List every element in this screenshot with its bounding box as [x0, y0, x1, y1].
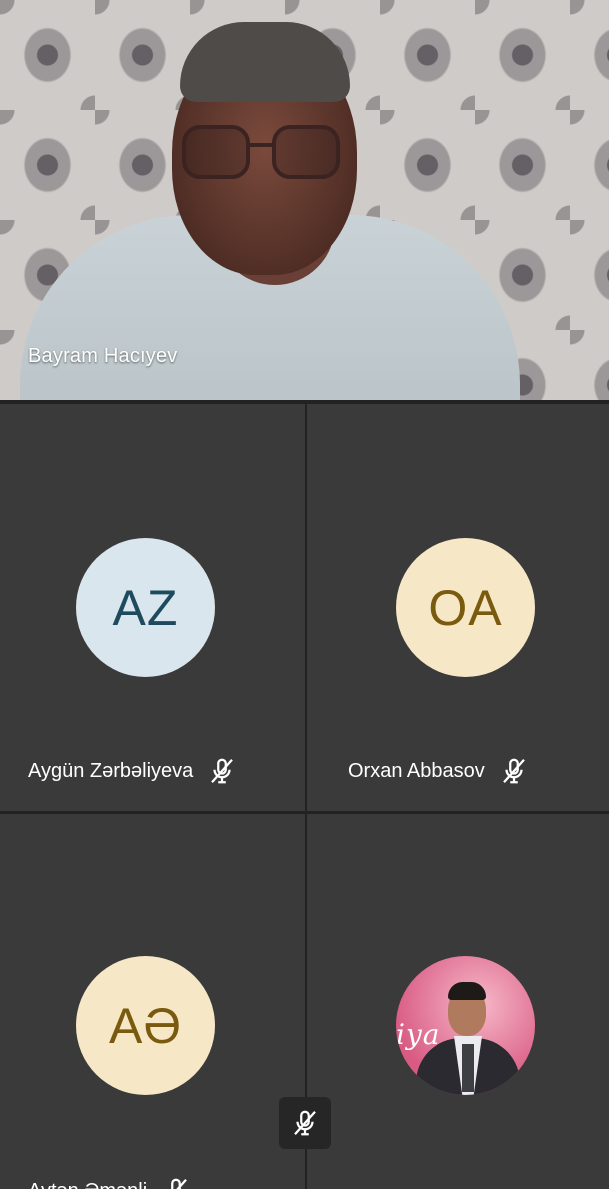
participant-photo-avatar: iya [396, 956, 535, 1095]
main-video-tile[interactable]: Bayram Hacıyev [0, 0, 609, 400]
participant-avatar: AZ [76, 538, 215, 677]
mic-off-icon [294, 1110, 316, 1136]
mic-off-icon [211, 758, 234, 784]
participant-name: Aytən Əmənli [28, 1180, 147, 1189]
avatar-initials: OA [428, 579, 503, 636]
participant-name-row: Aytən Əmənli [28, 1176, 191, 1189]
mute-toggle-button[interactable] [279, 1097, 331, 1149]
participant-tile[interactable]: iya [307, 814, 609, 1189]
mic-off-icon [171, 1178, 188, 1189]
participant-avatar: AƏ [76, 956, 215, 1095]
speaker-video-hair [180, 22, 350, 102]
participant-name: Orxan Abbasov [348, 759, 485, 782]
participant-tile[interactable]: AZ Aygün Zərbəliyeva [0, 404, 305, 811]
participant-name-row: Orxan Abbasov [348, 756, 529, 786]
avatar-initials: AƏ [109, 997, 182, 1054]
speaker-video-glasses [182, 125, 342, 183]
avatar-initials: AZ [112, 579, 179, 636]
main-speaker-name: Bayram Hacıyev [28, 345, 178, 367]
photo-hair [448, 982, 486, 1000]
participant-tile[interactable]: OA Orxan Abbasov [307, 404, 609, 811]
participant-name: Aygün Zərbəliyeva [28, 759, 194, 782]
participant-avatar: OA [396, 538, 535, 677]
mic-off-icon [502, 758, 525, 784]
participant-name-row: Aygün Zərbəliyeva [28, 756, 237, 786]
participant-tile[interactable]: AƏ Aytən Əmənli [0, 814, 305, 1189]
photo-tie [462, 1044, 474, 1092]
